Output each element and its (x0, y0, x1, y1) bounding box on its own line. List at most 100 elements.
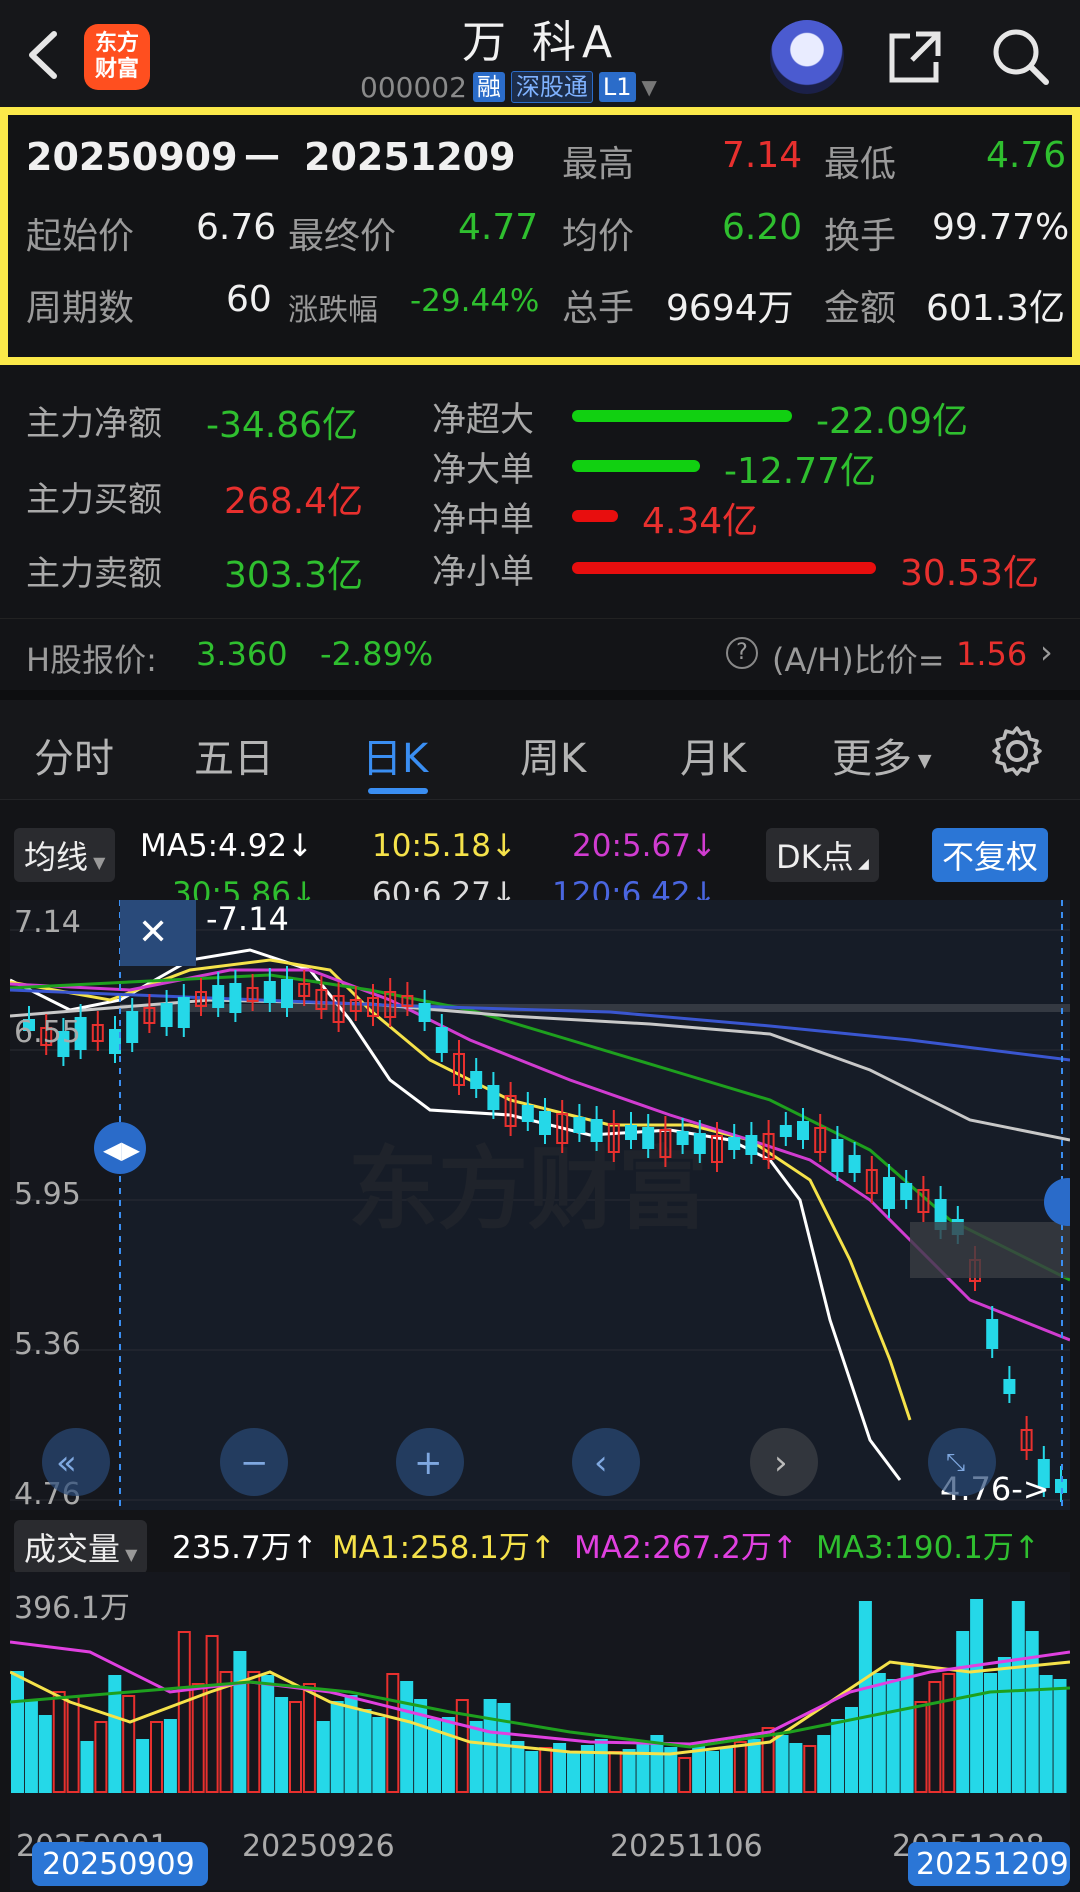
candle-body (693, 1133, 706, 1154)
ma5-value: MA5:4.92↓ (140, 828, 314, 864)
volume-bar (872, 1673, 886, 1793)
turnover-label: 换手 (824, 216, 897, 257)
x-label-mid2: 20251106 (610, 1829, 763, 1864)
sell-label: 主力卖额 (26, 554, 162, 594)
candle-body (986, 1319, 999, 1349)
tab-five-day[interactable]: 五日 (194, 726, 274, 784)
y-label-3: 5.95 (14, 1177, 81, 1212)
h-share-label: H股报价: (26, 641, 157, 679)
ah-ratio-label: (A/H)比价= (772, 641, 945, 679)
volume-bar (11, 1671, 24, 1793)
candle-body (109, 1029, 121, 1054)
volume-bar (594, 1739, 608, 1793)
chevron-left-icon: ‹ (594, 1443, 608, 1483)
candle-body (900, 1183, 913, 1200)
low-value: 4.76 (986, 135, 1067, 176)
plus-icon: + (414, 1443, 443, 1483)
volume-bar (372, 1717, 386, 1793)
volume-selector-label: 成交量 (24, 1530, 121, 1568)
volume-bar (38, 1715, 52, 1793)
vol-ma2: MA2:267.2万↑ (574, 1530, 798, 1566)
kline-chart[interactable]: 东方财富 ✕ -7.14 4.76-> 7.14 6.55 5.95 5.36 … (10, 900, 1070, 1510)
header-bar: 东方 财富 万 科A 000002 融 深股通 L1 ▼ (0, 0, 1080, 108)
volume-bar (636, 1741, 650, 1793)
volume-bar (886, 1679, 900, 1793)
range-start: 20250909 (26, 135, 238, 179)
periods-value: 60 (226, 279, 272, 320)
minus-icon: − (240, 1443, 269, 1483)
open-label: 起始价 (26, 216, 135, 257)
stock-code-row[interactable]: 000002 融 深股通 L1 ▼ (360, 70, 657, 104)
tab-intraday[interactable]: 分时 (34, 726, 114, 784)
candle-body (728, 1137, 741, 1150)
open-value: 6.76 (196, 207, 277, 248)
candle-body (263, 981, 276, 1003)
caret-down-icon: ▼ (88, 853, 106, 872)
volume-bar (80, 1741, 94, 1793)
share-icon[interactable] (886, 28, 944, 86)
assistant-robot-icon[interactable] (770, 20, 844, 94)
help-icon[interactable]: ? (726, 637, 758, 669)
range-overlay (910, 1222, 1070, 1278)
settings-gear-icon[interactable] (990, 724, 1044, 778)
ma-selector[interactable]: 均线 ▼ (14, 828, 116, 882)
search-icon[interactable] (990, 26, 1050, 86)
ma-selector-label: 均线 (24, 838, 89, 876)
dk-point-button[interactable]: DK点 ◢ (766, 828, 879, 882)
change-value: -29.44% (410, 283, 540, 319)
tab-daily-k[interactable]: 日K (362, 726, 428, 784)
no-adjust-button[interactable]: 不复权 (932, 828, 1049, 882)
avg-label: 均价 (562, 216, 635, 257)
change-label: 涨跌幅 (288, 293, 378, 328)
candle-body (797, 1121, 809, 1140)
flow-value-medium: 4.34亿 (642, 501, 759, 542)
range-separator: — (244, 135, 280, 176)
volume-bar (817, 1735, 831, 1793)
periods-label: 周期数 (26, 288, 135, 329)
candle-body (126, 1011, 139, 1043)
chevron-down-icon: ▼ (641, 75, 657, 99)
volume-bar (622, 1749, 636, 1793)
stock-code: 000002 (360, 70, 467, 104)
volume-bar (136, 1739, 150, 1793)
low-label: 最低 (824, 144, 897, 185)
volume-selector[interactable]: 成交量 ▼ (14, 1520, 148, 1574)
double-left-icon: « (56, 1443, 77, 1483)
volume-bar (483, 1699, 497, 1793)
volume-bar (275, 1697, 289, 1793)
candle-body (539, 1111, 551, 1135)
volume-bar (1053, 1679, 1067, 1793)
avg-value: 6.20 (722, 207, 803, 248)
h-share-quote-row[interactable]: H股报价: 3.360 -2.89% ? (A/H)比价= 1.56 › (0, 618, 1080, 690)
tab-more[interactable]: 更多 ▼ (832, 726, 932, 784)
net-label: 主力净额 (26, 404, 162, 444)
selection-start-date: 20250909 (42, 1847, 195, 1882)
chevron-right-icon: › (1040, 633, 1053, 671)
tab-weekly-k[interactable]: 周K (520, 726, 586, 784)
volume-chart[interactable]: 396.1万 20250901 20250926 20251106 202512… (10, 1572, 1070, 1890)
volume-bar (956, 1631, 970, 1793)
candle-body (642, 1127, 655, 1149)
connect-tag: 深股通 (510, 71, 593, 103)
flow-bar-small (572, 562, 876, 574)
candle-body (160, 1003, 173, 1027)
watermark: 东方财富 (348, 1137, 708, 1242)
candle-body (177, 997, 190, 1028)
h-share-change: -2.89% (320, 635, 434, 673)
volume-bar (789, 1743, 803, 1793)
y-label-4: 5.36 (14, 1327, 81, 1362)
flow-label-small: 净小单 (432, 552, 534, 592)
h-share-price: 3.360 (196, 635, 288, 673)
candle-body (521, 1105, 534, 1122)
flow-value-super: -22.09亿 (816, 401, 969, 442)
volume-label: 总手 (562, 288, 635, 329)
range-summary-box: 20250909 — 20251209 最高 7.14 最低 4.76 起始价 … (0, 107, 1080, 365)
ah-ratio-value: 1.56 (956, 635, 1028, 673)
candle-body (1003, 1379, 1016, 1394)
candle-body (848, 1155, 861, 1173)
ma20-value: 20:5.67↓ (572, 828, 717, 864)
candle-body (625, 1125, 637, 1140)
drag-handle-icon: ◀▶ (103, 1136, 140, 1164)
tab-monthly-k[interactable]: 月K (680, 726, 746, 784)
volume-bar (469, 1721, 483, 1793)
